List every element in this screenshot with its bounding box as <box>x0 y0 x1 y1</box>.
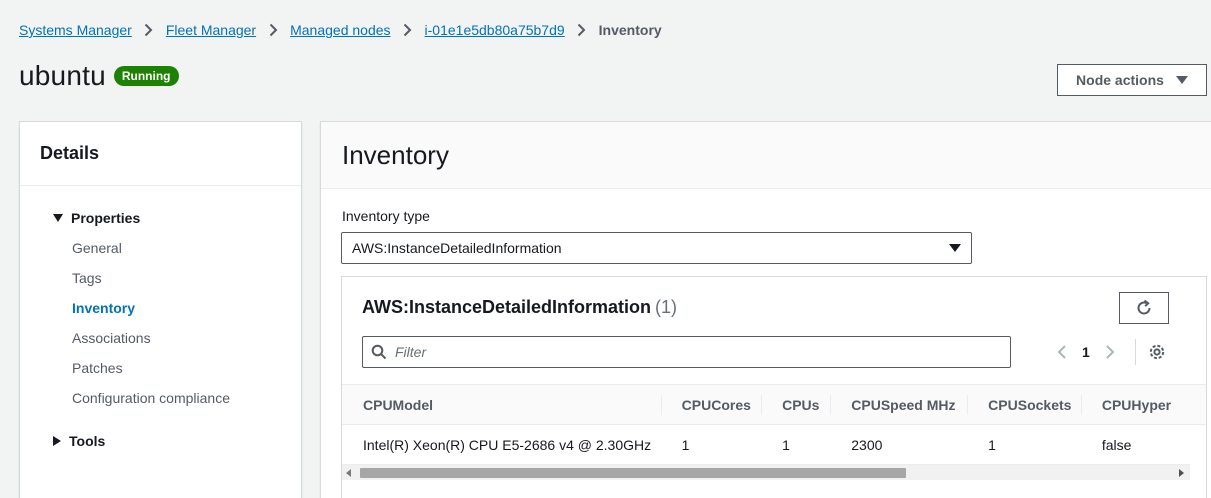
chevron-left-icon <box>1057 345 1066 359</box>
sidebar-item-associations[interactable]: Associations <box>72 330 151 346</box>
details-title: Details <box>20 122 301 186</box>
sidebar-item-general[interactable]: General <box>72 240 122 256</box>
previous-page-button[interactable] <box>1054 341 1070 363</box>
refresh-button[interactable] <box>1119 292 1169 324</box>
caret-down-icon <box>1175 76 1188 84</box>
scrollbar-thumb[interactable] <box>360 468 906 478</box>
chevron-right-icon <box>403 23 413 37</box>
column-header-cpucores[interactable]: CPUCores <box>660 384 762 425</box>
next-page-button[interactable] <box>1102 341 1118 363</box>
sidebar-item-inventory[interactable]: Inventory <box>72 300 135 316</box>
chevron-right-icon <box>268 23 278 37</box>
details-panel: Details Properties General Tags Inventor… <box>19 121 302 498</box>
chevron-right-icon <box>1106 345 1115 359</box>
cell-cpumodel: Intel(R) Xeon(R) CPU E5-2686 v4 @ 2.30GH… <box>363 436 652 453</box>
sidebar-section-properties[interactable]: Properties <box>53 210 140 226</box>
inventory-table: CPUModel CPUCores CPUs CPUSpeed MHz CPUS… <box>342 384 1206 465</box>
horizontal-scrollbar[interactable] <box>342 464 1190 480</box>
chevron-right-icon <box>577 23 587 37</box>
breadcrumb-current: Inventory <box>598 22 662 38</box>
search-icon <box>371 344 387 360</box>
table-count: (1) <box>655 297 678 317</box>
breadcrumb: Systems Manager Fleet Manager Managed no… <box>19 20 662 40</box>
column-header-cpuhyper[interactable]: CPUHyper <box>1080 384 1206 425</box>
node-actions-button[interactable]: Node actions <box>1057 64 1207 96</box>
caret-down-icon <box>53 214 63 222</box>
cell-cpuhyper: false <box>1101 436 1132 453</box>
cell-cpusockets: 1 <box>988 436 996 453</box>
divider <box>1135 339 1136 365</box>
pagination: 1 <box>1054 341 1118 363</box>
preferences-button[interactable] <box>1147 341 1167 363</box>
caret-right-icon <box>53 436 61 446</box>
table-title: AWS:InstanceDetailedInformation (1) <box>362 297 677 318</box>
column-header-cpumodel[interactable]: CPUModel <box>342 384 661 425</box>
gear-icon <box>1149 344 1165 360</box>
current-page-number[interactable]: 1 <box>1082 344 1090 360</box>
inventory-type-label: Inventory type <box>342 208 430 224</box>
column-header-cpusockets[interactable]: CPUSockets <box>967 384 1081 425</box>
refresh-icon <box>1137 299 1151 315</box>
cell-cpus: 1 <box>782 436 790 453</box>
sidebar-item-patches[interactable]: Patches <box>72 360 123 376</box>
caret-down-icon <box>949 244 961 252</box>
column-header-cpus[interactable]: CPUs <box>761 384 831 425</box>
table-row: Intel(R) Xeon(R) CPU E5-2686 v4 @ 2.30GH… <box>342 425 1206 465</box>
table-header-row: CPUModel CPUCores CPUs CPUSpeed MHz CPUS… <box>342 384 1206 425</box>
sidebar-section-label: Tools <box>69 433 106 449</box>
breadcrumb-systems-manager[interactable]: Systems Manager <box>19 22 132 38</box>
breadcrumb-instance-id[interactable]: i-01e1e5db80a75b7d9 <box>425 22 565 38</box>
status-badge: Running <box>113 66 179 86</box>
table-scroll-area[interactable]: CPUModel CPUCores CPUs CPUSpeed MHz CPUS… <box>342 384 1206 466</box>
breadcrumb-managed-nodes[interactable]: Managed nodes <box>290 22 390 38</box>
cell-cpucores: 1 <box>681 436 690 453</box>
filter-field[interactable] <box>362 336 1011 368</box>
sidebar-section-label: Properties <box>71 210 141 226</box>
chevron-right-icon <box>144 23 154 37</box>
node-actions-label: Node actions <box>1076 72 1164 88</box>
inventory-type-select[interactable]: AWS:InstanceDetailedInformation <box>341 232 972 264</box>
page-header: ubuntu Running <box>19 60 179 92</box>
inventory-type-value: AWS:InstanceDetailedInformation <box>352 240 562 256</box>
table-title-text: AWS:InstanceDetailedInformation <box>362 297 652 317</box>
sidebar-item-tags[interactable]: Tags <box>72 270 102 286</box>
inventory-panel: Inventory Inventory type AWS:InstanceDet… <box>320 121 1211 498</box>
scroll-left-arrow-icon[interactable] <box>346 469 351 477</box>
inventory-title: Inventory <box>321 122 1211 189</box>
page-title: ubuntu <box>19 60 106 91</box>
cell-cpuspeed: 2300 <box>851 436 883 453</box>
sidebar-section-tools[interactable]: Tools <box>53 433 105 449</box>
breadcrumb-fleet-manager[interactable]: Fleet Manager <box>166 22 256 38</box>
scroll-right-arrow-icon[interactable] <box>1179 469 1184 477</box>
column-header-cpuspeed[interactable]: CPUSpeed MHz <box>830 384 968 425</box>
filter-input[interactable] <box>395 344 995 360</box>
sidebar-item-configuration-compliance[interactable]: Configuration compliance <box>72 390 230 406</box>
inventory-table-container: AWS:InstanceDetailedInformation(1) 1 <box>341 276 1207 498</box>
